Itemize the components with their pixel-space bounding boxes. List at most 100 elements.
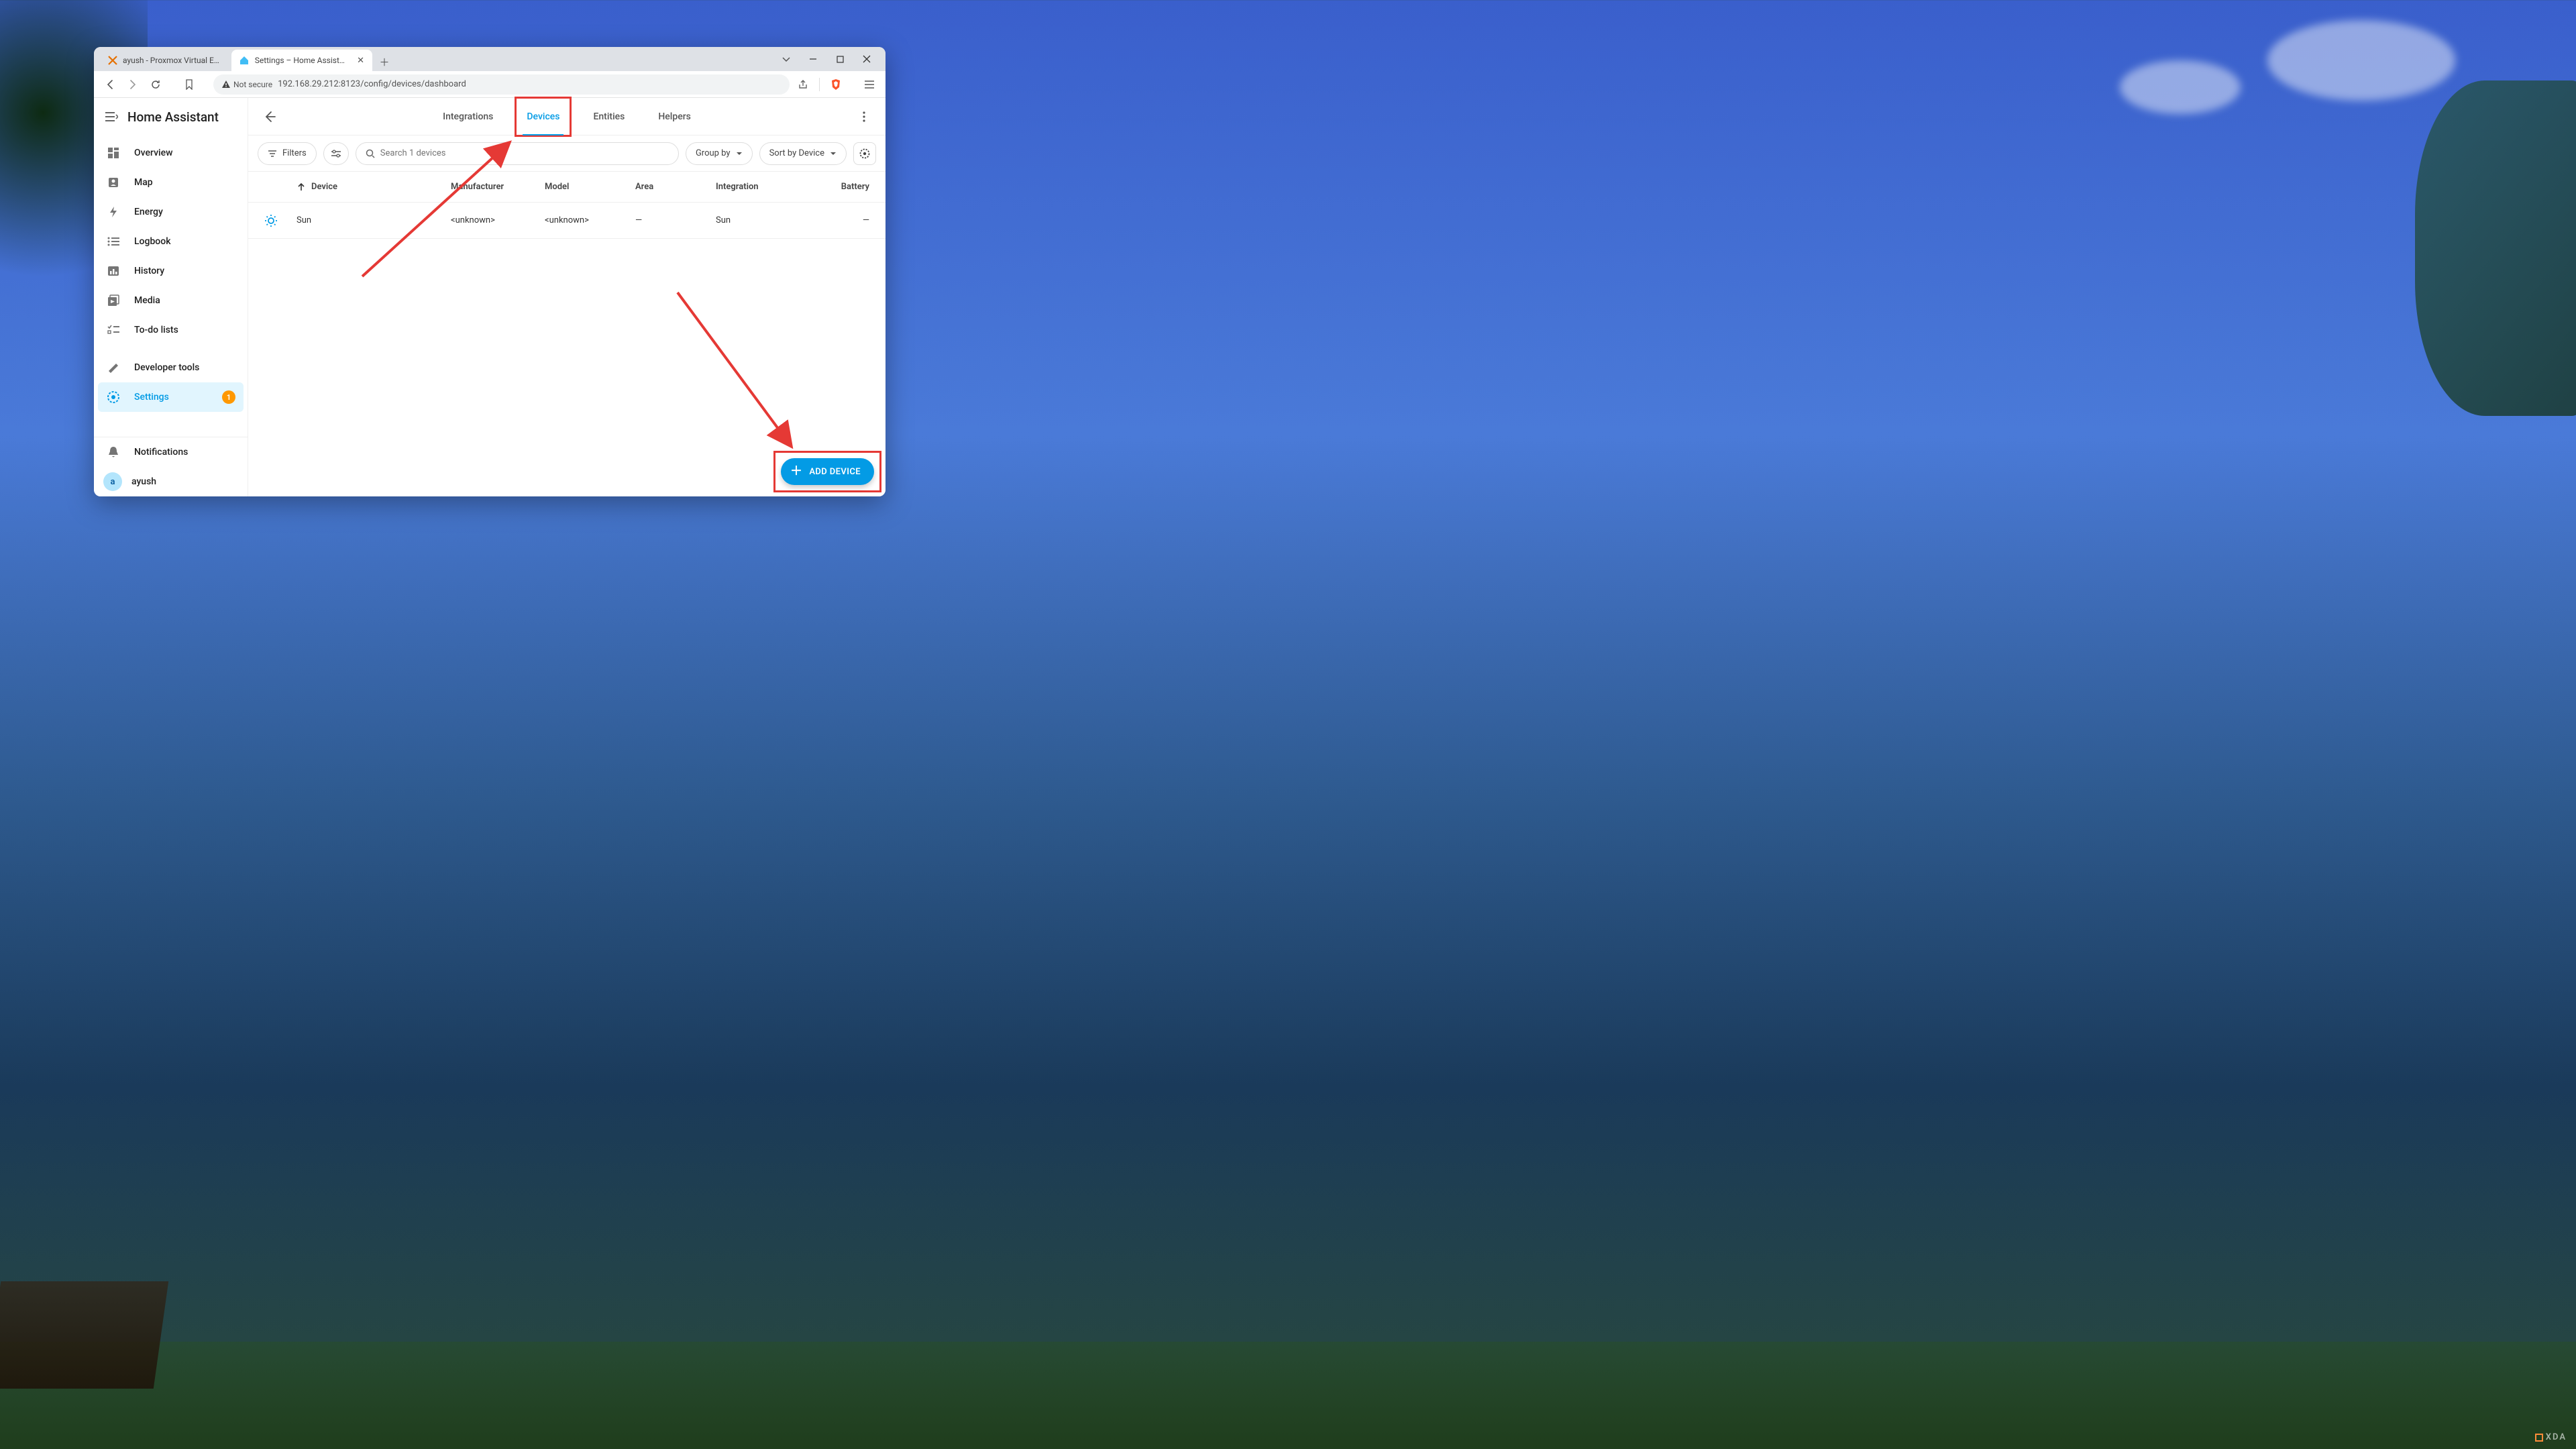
add-device-button[interactable]: ＋ ADD DEVICE <box>781 458 874 485</box>
sidebar-item-user[interactable]: aayush <box>94 467 248 496</box>
filters-label: Filters <box>282 148 307 158</box>
new-tab-button[interactable]: ＋ <box>375 52 394 71</box>
warning-icon <box>221 80 231 89</box>
search-icon <box>366 149 375 158</box>
sidebar-toggle-icon[interactable] <box>105 111 118 122</box>
column-integration[interactable]: Integration <box>716 182 816 192</box>
annotation-arrow-add-device <box>671 286 805 460</box>
table-row[interactable]: Sun <unknown> <unknown> — Sun — <box>248 203 885 239</box>
fab-label: ADD DEVICE <box>809 467 861 477</box>
sidebar-item-label: Overview <box>134 148 172 158</box>
list-icon <box>106 237 121 246</box>
group-by-dropdown[interactable]: Group by <box>686 142 753 165</box>
sidebar-item-label: History <box>134 266 164 276</box>
tab-search-icon[interactable] <box>778 47 794 71</box>
table-settings-button[interactable] <box>853 142 876 165</box>
bg-cloud <box>2120 60 2241 114</box>
sidebar-item-notifications[interactable]: Notifications <box>94 437 248 467</box>
bg-foliage <box>2415 80 2576 416</box>
settings-badge: 1 <box>222 390 235 404</box>
main-header: Integrations Devices Entities Helpers <box>248 98 885 136</box>
browser-tab-proxmox[interactable]: ayush - Proxmox Virtual Environme <box>99 50 231 71</box>
bg-grass <box>0 1342 2576 1449</box>
security-label: Not secure <box>233 80 272 89</box>
security-indicator: Not secure <box>221 80 272 89</box>
sidebar-item-label: To-do lists <box>134 325 178 335</box>
tab-entities[interactable]: Entities <box>582 98 635 136</box>
sidebar-item-label: Map <box>134 177 153 188</box>
column-area[interactable]: Area <box>635 182 716 192</box>
browser-tab-home-assistant[interactable]: Settings – Home Assistant ✕ <box>231 50 372 71</box>
browser-menu-button[interactable] <box>860 75 879 94</box>
bookmark-button[interactable] <box>180 75 199 94</box>
sidebar-item-label: ayush <box>131 476 156 487</box>
browser-window: ayush - Proxmox Virtual Environme Settin… <box>94 47 885 496</box>
map-icon <box>106 176 121 189</box>
column-model[interactable]: Model <box>545 182 635 192</box>
sidebar-item-map[interactable]: Map <box>94 168 248 197</box>
tab-integrations[interactable]: Integrations <box>432 98 504 136</box>
sidebar-item-developer-tools[interactable]: Developer tools <box>94 353 248 382</box>
tune-button[interactable] <box>323 142 349 165</box>
sidebar-item-label: Logbook <box>134 236 171 247</box>
sidebar-item-label: Media <box>134 295 160 306</box>
main-content: Integrations Devices Entities Helpers Fi… <box>248 98 885 496</box>
address-bar[interactable]: Not secure 192.168.29.212:8123/config/de… <box>213 74 790 95</box>
annotation-highlight-fab: ＋ ADD DEVICE <box>773 451 881 492</box>
table-header: Device Manufacturer Model Area Integrati… <box>248 172 885 203</box>
gear-icon <box>106 390 121 404</box>
tab-devices[interactable]: Devices <box>516 98 570 136</box>
nav-back-button[interactable] <box>101 75 119 94</box>
search-input[interactable] <box>356 142 679 165</box>
proxmox-favicon-icon <box>107 56 117 66</box>
sidebar-item-media[interactable]: Media <box>94 286 248 315</box>
dashboard-icon <box>106 147 121 159</box>
sidebar-item-settings[interactable]: Settings 1 <box>98 382 244 412</box>
sidebar-nav: Overview Map Energy Logbook History Medi… <box>94 136 248 437</box>
window-maximize-button[interactable] <box>832 47 848 71</box>
main-tabs: Integrations Devices Entities Helpers <box>282 98 852 136</box>
browser-toolbar: Not secure 192.168.29.212:8123/config/de… <box>94 71 885 98</box>
sidebar-item-label: Developer tools <box>134 362 199 373</box>
sidebar-item-history[interactable]: History <box>94 256 248 286</box>
plus-icon: ＋ <box>790 466 802 478</box>
browser-tabstrip: ayush - Proxmox Virtual Environme Settin… <box>94 47 885 71</box>
window-close-button[interactable] <box>859 47 875 71</box>
tune-icon <box>331 150 341 158</box>
bell-icon <box>106 446 121 458</box>
chart-bar-icon <box>106 266 121 276</box>
watermark: XDA <box>2535 1432 2567 1442</box>
sort-by-dropdown[interactable]: Sort by Device <box>759 142 847 165</box>
cell-battery: — <box>816 215 869 225</box>
nav-reload-button[interactable] <box>146 75 165 94</box>
media-icon <box>106 294 121 307</box>
gear-icon <box>859 148 870 159</box>
sidebar: Home Assistant Overview Map Energy Logbo… <box>94 98 248 496</box>
sidebar-item-label: Settings <box>134 392 169 402</box>
sidebar-item-energy[interactable]: Energy <box>94 197 248 227</box>
close-tab-icon[interactable]: ✕ <box>357 56 364 66</box>
brave-shields-icon[interactable] <box>826 75 845 94</box>
back-button[interactable] <box>258 105 282 129</box>
sidebar-header: Home Assistant <box>94 98 248 136</box>
column-device[interactable]: Device <box>297 182 451 192</box>
tab-helpers[interactable]: Helpers <box>647 98 702 136</box>
overflow-menu-button[interactable] <box>852 105 876 129</box>
cell-integration: Sun <box>716 215 816 225</box>
sidebar-item-todo[interactable]: To-do lists <box>94 315 248 345</box>
sidebar-item-overview[interactable]: Overview <box>94 138 248 168</box>
window-minimize-button[interactable] <box>805 47 821 71</box>
share-button[interactable] <box>794 75 812 94</box>
sidebar-item-logbook[interactable]: Logbook <box>94 227 248 256</box>
column-manufacturer[interactable]: Manufacturer <box>451 182 545 192</box>
column-battery[interactable]: Battery <box>816 182 869 192</box>
filters-button[interactable]: Filters <box>258 142 317 165</box>
checklist-icon <box>106 325 121 335</box>
nav-forward-button[interactable] <box>123 75 142 94</box>
user-avatar: a <box>103 472 122 491</box>
search-field[interactable] <box>380 148 669 158</box>
separator <box>819 78 820 91</box>
tab-title: Settings – Home Assistant <box>255 56 349 65</box>
cell-area: — <box>635 215 716 225</box>
home-assistant-favicon-icon <box>239 56 250 66</box>
